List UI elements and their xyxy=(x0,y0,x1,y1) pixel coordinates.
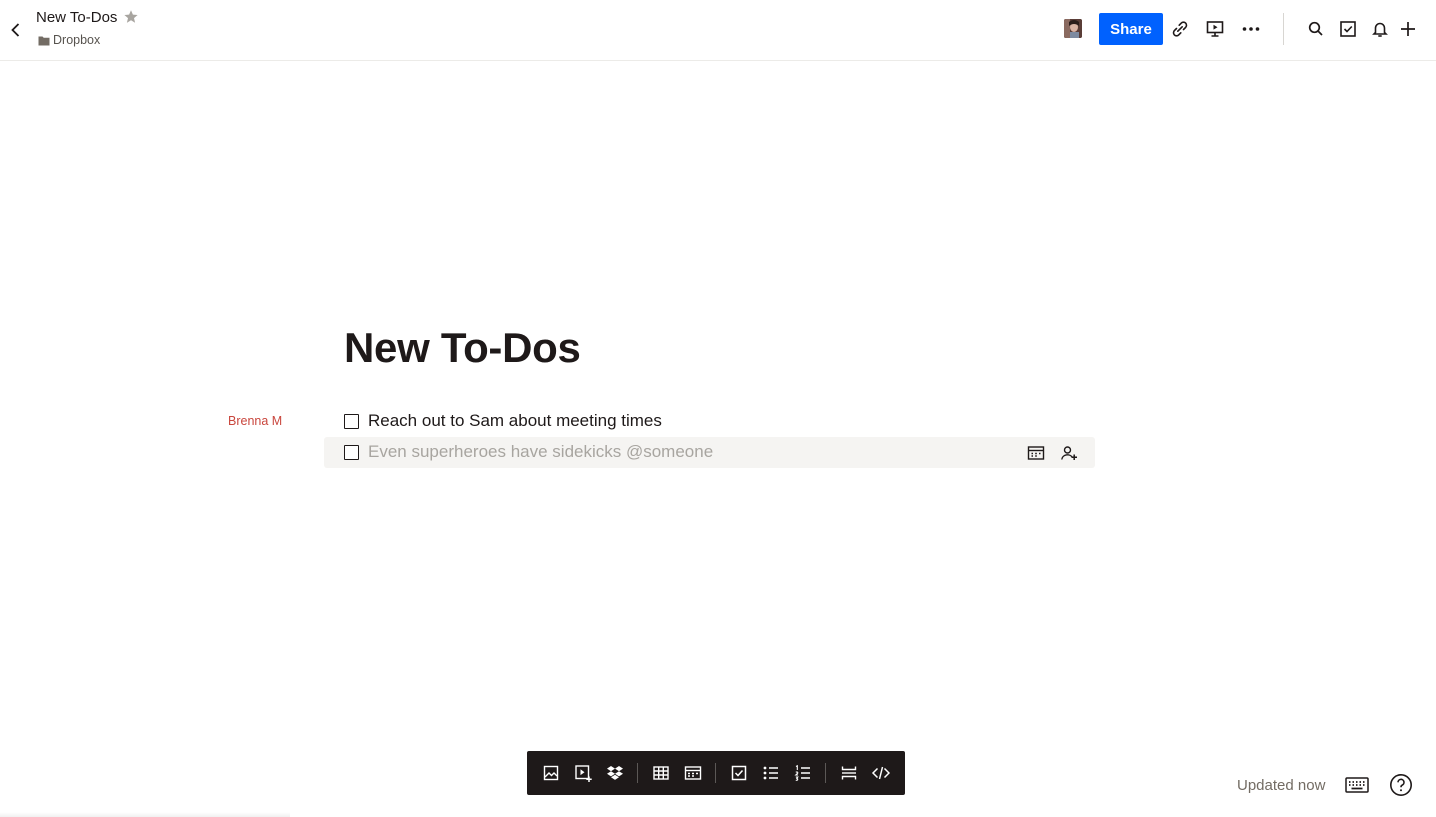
present-icon[interactable] xyxy=(1205,19,1225,39)
author-label: Brenna M xyxy=(228,414,283,428)
task-icon[interactable] xyxy=(1338,19,1358,39)
calendar-icon[interactable] xyxy=(1027,444,1045,462)
new-todo-input[interactable] xyxy=(368,440,1008,464)
page-title[interactable]: New To-Dos xyxy=(344,324,581,372)
star-icon[interactable] xyxy=(123,9,139,25)
updated-status: Updated now xyxy=(1237,777,1326,794)
bottom-shadow xyxy=(0,812,290,817)
link-icon[interactable] xyxy=(1170,19,1190,39)
bullet-list-icon[interactable] xyxy=(761,763,781,783)
avatar[interactable] xyxy=(1064,19,1082,38)
new-todo-checkbox[interactable] xyxy=(344,445,359,460)
plus-icon[interactable] xyxy=(1398,19,1418,39)
share-button[interactable]: Share xyxy=(1099,13,1163,45)
doc-title[interactable]: New To-Dos xyxy=(36,9,117,26)
breadcrumb-folder-label: Dropbox xyxy=(53,33,101,47)
image-icon[interactable] xyxy=(541,763,561,783)
table-icon[interactable] xyxy=(651,763,671,783)
bell-icon[interactable] xyxy=(1370,19,1390,39)
assign-person-icon[interactable] xyxy=(1060,444,1078,462)
todo-checkbox[interactable] xyxy=(344,414,359,429)
toolbar-separator xyxy=(715,763,716,783)
new-todo-row xyxy=(324,437,1095,468)
todo-text[interactable]: Reach out to Sam about meeting times xyxy=(368,411,662,431)
search-icon[interactable] xyxy=(1306,19,1326,39)
toolbar-separator xyxy=(825,763,826,783)
breadcrumb[interactable]: Dropbox xyxy=(38,33,100,47)
video-icon[interactable] xyxy=(573,763,593,783)
checklist-icon[interactable] xyxy=(729,763,749,783)
folder-icon xyxy=(38,35,50,46)
header-divider xyxy=(1283,13,1284,45)
insert-toolbar xyxy=(527,751,905,795)
more-icon[interactable] xyxy=(1241,19,1261,39)
divider-icon[interactable] xyxy=(839,763,859,783)
timeline-icon[interactable] xyxy=(683,763,703,783)
dropbox-icon[interactable] xyxy=(605,763,625,783)
toolbar-separator xyxy=(637,763,638,783)
code-icon[interactable] xyxy=(871,763,891,783)
help-icon[interactable] xyxy=(1389,773,1413,797)
numbered-list-icon[interactable] xyxy=(793,763,813,783)
keyboard-icon[interactable] xyxy=(1345,774,1369,796)
top-bar: New To-Dos Dropbox Share xyxy=(0,0,1436,61)
todo-item: Reach out to Sam about meeting times xyxy=(324,406,1095,437)
back-icon[interactable] xyxy=(6,20,26,40)
